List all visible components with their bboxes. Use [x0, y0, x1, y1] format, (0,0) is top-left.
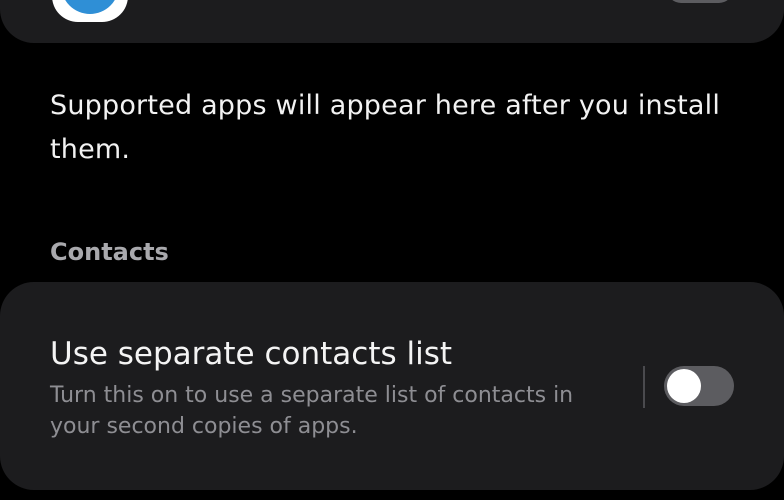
supported-apps-info: Supported apps will appear here after yo… [50, 90, 721, 165]
separate-contacts-setting[interactable]: Use separate contacts list Turn this on … [0, 282, 784, 490]
setting-description: Turn this on to use a separate list of c… [50, 383, 574, 439]
contacts-section-header: Contacts [50, 238, 169, 266]
app-icon-inner [61, 0, 119, 14]
toggle-knob [667, 369, 701, 403]
top-app-toggle[interactable] [667, 0, 733, 3]
separate-contacts-toggle[interactable] [664, 366, 734, 406]
app-list-card [0, 0, 784, 43]
setting-divider [643, 366, 645, 408]
setting-title: Use separate contacts list [50, 336, 453, 372]
app-icon [52, 0, 128, 22]
screen: Supported apps will appear here after yo… [0, 0, 784, 500]
